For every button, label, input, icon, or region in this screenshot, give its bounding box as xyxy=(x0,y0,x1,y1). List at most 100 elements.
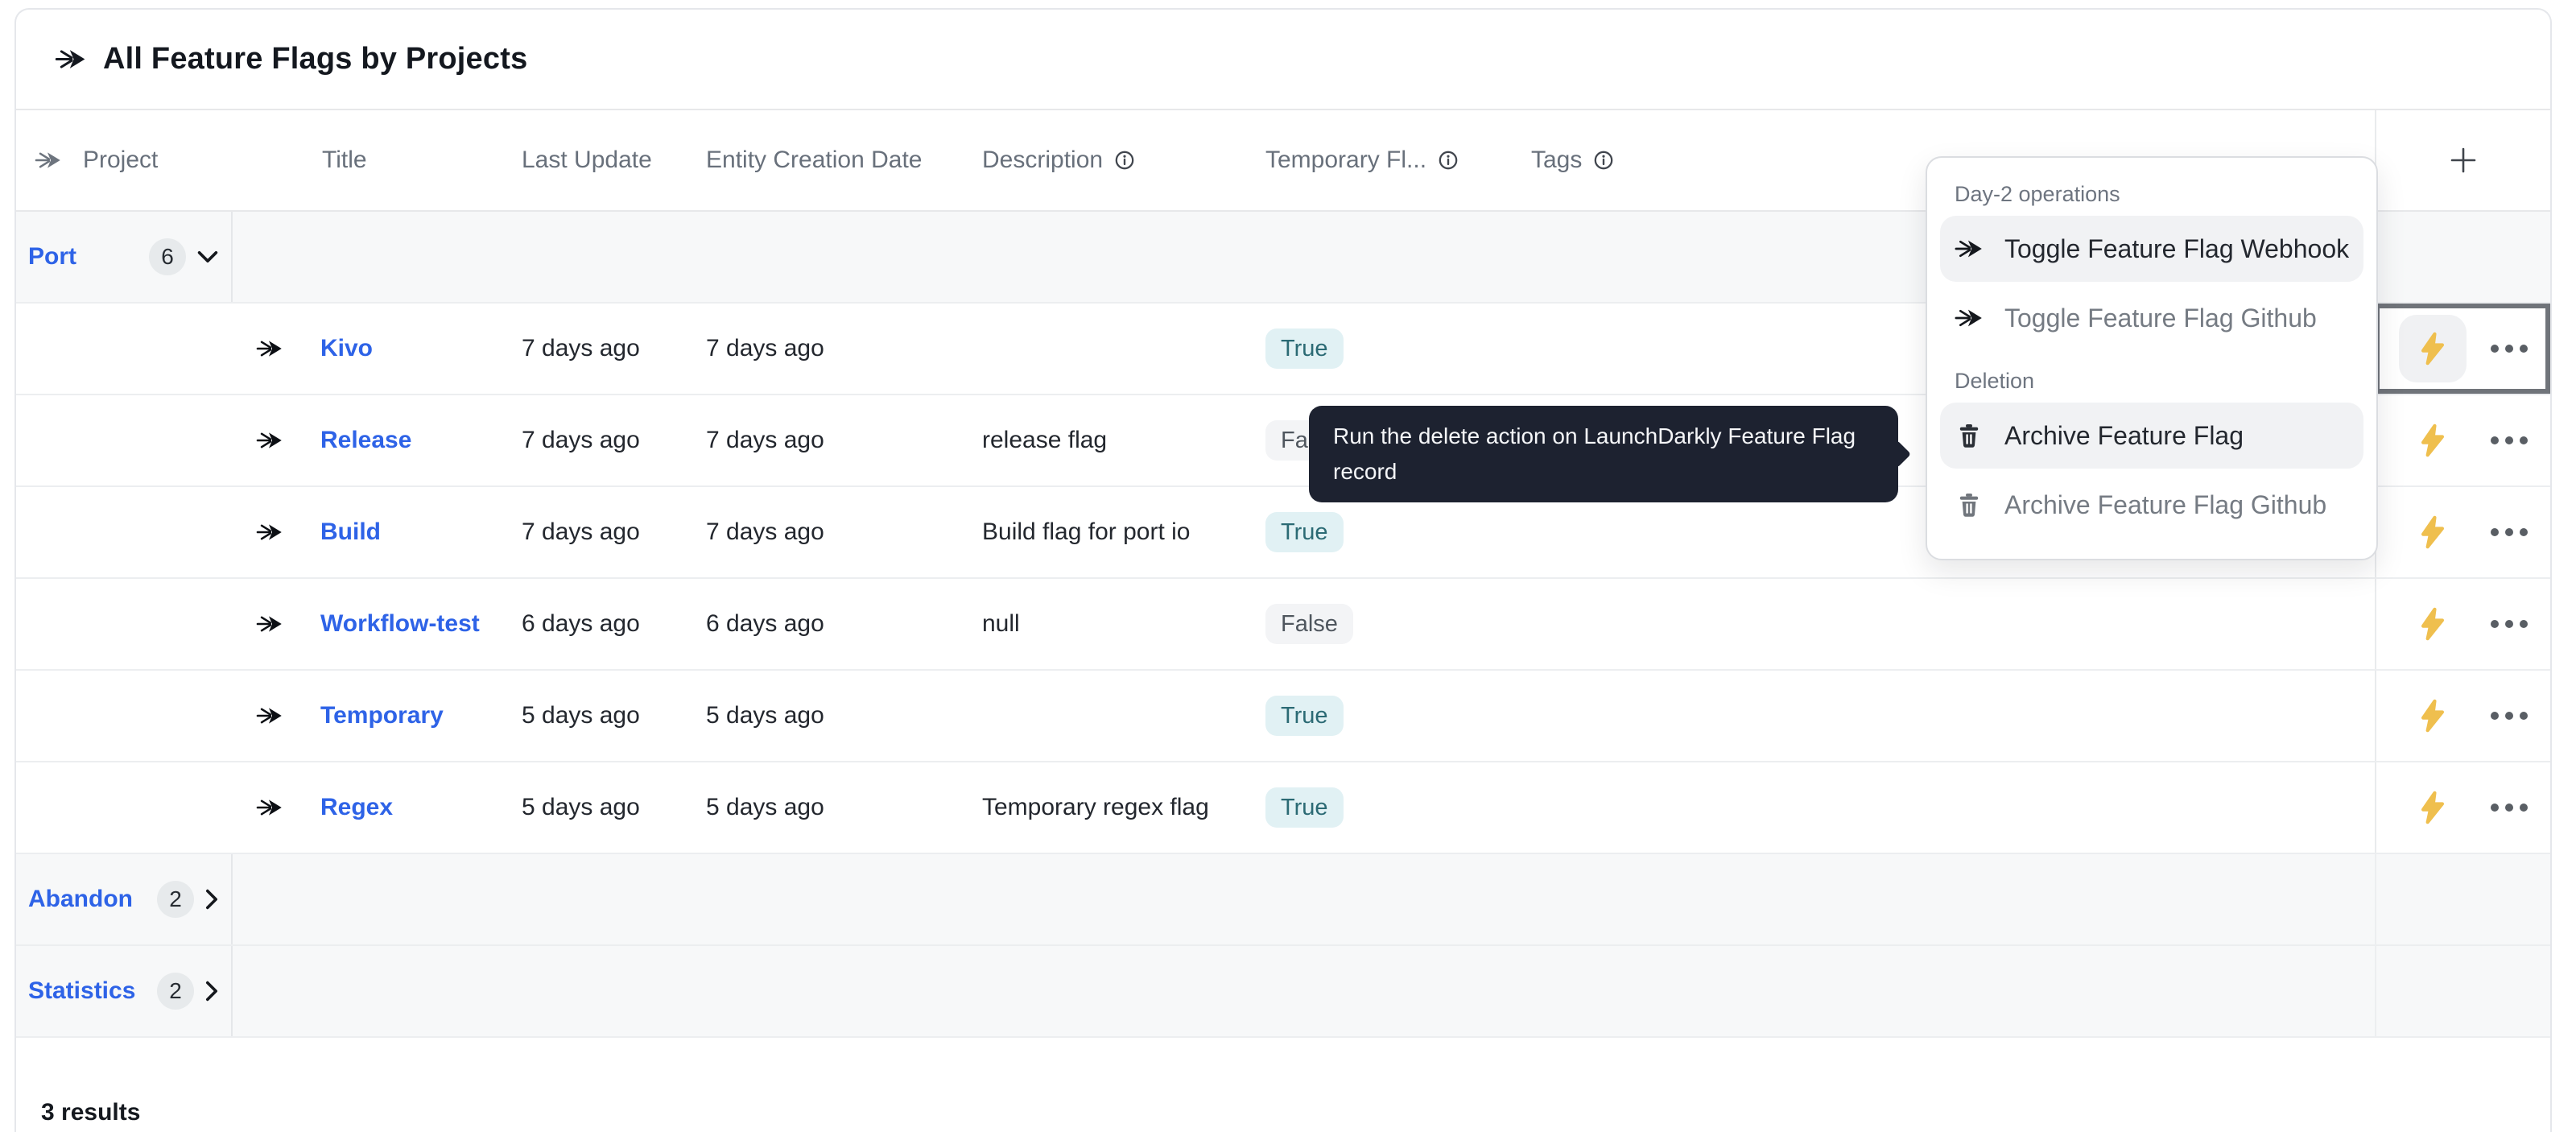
trash-icon xyxy=(1955,491,1984,518)
entity-row-temporary[interactable]: Temporary 5 days ago 5 days ago True xyxy=(16,671,2550,762)
add-column-header-cell xyxy=(2375,110,2550,210)
temporary-flag-cell: True xyxy=(1252,304,1517,394)
results-count: 3 results xyxy=(41,1099,140,1126)
menu-item-archive-feature-flag[interactable]: Archive Feature Flag xyxy=(1940,403,2363,469)
group-header-cell: Statistics 2 xyxy=(16,946,233,1036)
port-arrow-icon[interactable] xyxy=(256,337,283,361)
creation-date-cell: 5 days ago xyxy=(692,762,966,853)
group-link[interactable]: Abandon xyxy=(28,886,133,913)
menu-item-archive-feature-flag-github[interactable]: Archive Feature Flag Github xyxy=(1940,472,2363,538)
temporary-flag-cell: True xyxy=(1252,762,1517,853)
column-header-label: Project xyxy=(83,147,158,174)
last-update-cell: 5 days ago xyxy=(515,762,692,853)
group-link[interactable]: Statistics xyxy=(28,977,135,1005)
temporary-flag-badge: True xyxy=(1265,328,1344,369)
more-options-button ellipsis-icon[interactable] xyxy=(2491,345,2528,353)
run-action-button lightning-icon[interactable] xyxy=(2399,315,2467,382)
menu-item-toggle-feature-flag-webhook[interactable]: Toggle Feature Flag Webhook xyxy=(1940,216,2363,282)
last-update-cell: 5 days ago xyxy=(515,671,692,761)
group-row-statistics[interactable]: Statistics 2 xyxy=(16,946,2550,1038)
creation-date-cell: 7 days ago xyxy=(692,395,966,485)
group-row-actions-spacer xyxy=(2375,854,2550,944)
chevron-right-icon[interactable] xyxy=(205,981,218,1002)
menu-item-label: Archive Feature Flag xyxy=(2004,421,2244,451)
row-title-cell: Build xyxy=(233,487,515,577)
menu-item-toggle-feature-flag-github[interactable]: Toggle Feature Flag Github xyxy=(1940,285,2363,351)
tags-cell xyxy=(1517,762,2375,853)
entity-title-link[interactable]: Kivo xyxy=(320,335,373,362)
entity-title-link[interactable]: Temporary xyxy=(320,702,444,729)
port-arrow-icon[interactable] xyxy=(256,520,283,544)
group-row-actions-spacer xyxy=(2375,946,2550,1036)
column-header-label: Tags xyxy=(1531,147,1582,174)
group-link[interactable]: Port xyxy=(28,243,76,271)
row-actions-cell xyxy=(2375,395,2550,485)
row-project-cell xyxy=(16,487,233,577)
group-row-abandon[interactable]: Abandon 2 xyxy=(16,854,2550,946)
entity-title-link[interactable]: Workflow-test xyxy=(320,610,480,638)
group-row-actions-spacer xyxy=(2375,212,2550,302)
more-options-button ellipsis-icon[interactable] xyxy=(2491,528,2528,536)
row-project-cell xyxy=(16,304,233,394)
row-actions-cell xyxy=(2375,579,2550,669)
chevron-down-icon[interactable] xyxy=(197,250,218,263)
run-action-button lightning-icon[interactable] xyxy=(2399,774,2467,841)
column-header-description[interactable]: Description xyxy=(966,110,1252,210)
more-options-button ellipsis-icon[interactable] xyxy=(2491,620,2528,628)
row-title-cell: Workflow-test xyxy=(233,579,515,669)
more-options-button ellipsis-icon[interactable] xyxy=(2491,804,2528,812)
temporary-flag-cell: False xyxy=(1252,579,1517,669)
run-action-button lightning-icon[interactable] xyxy=(2399,590,2467,658)
row-actions-cell xyxy=(2375,487,2550,577)
run-action-button lightning-icon[interactable] xyxy=(2399,682,2467,750)
group-count-badge: 6 xyxy=(149,238,186,275)
port-arrow-icon[interactable] xyxy=(256,428,283,452)
column-header-last-update[interactable]: Last Update xyxy=(515,110,692,210)
row-title-cell: Temporary xyxy=(233,671,515,761)
last-update-cell: 6 days ago xyxy=(515,579,692,669)
temporary-flag-badge: True xyxy=(1265,696,1344,736)
port-arrow-icon xyxy=(1955,237,1984,261)
last-update-cell: 7 days ago xyxy=(515,487,692,577)
trash-icon xyxy=(1955,422,1984,449)
tags-cell xyxy=(1517,579,2375,669)
last-update-cell: 7 days ago xyxy=(515,395,692,485)
entity-row-workflow-test[interactable]: Workflow-test 6 days ago 6 days ago null… xyxy=(16,579,2550,671)
run-action-button lightning-icon[interactable] xyxy=(2399,498,2467,566)
creation-date-cell: 7 days ago xyxy=(692,304,966,394)
more-options-button ellipsis-icon[interactable] xyxy=(2491,436,2528,444)
menu-section-label: Deletion xyxy=(1940,362,2363,399)
chevron-right-icon[interactable] xyxy=(205,889,218,910)
entity-title-link[interactable]: Regex xyxy=(320,794,393,821)
column-header-title[interactable]: Title xyxy=(233,110,515,210)
port-arrow-icon xyxy=(55,45,87,74)
run-action-button lightning-icon[interactable] xyxy=(2399,407,2467,474)
port-arrow-icon[interactable] xyxy=(256,612,283,636)
column-header-entity-creation-date[interactable]: Entity Creation Date xyxy=(692,110,966,210)
add-column-button plus-icon[interactable] xyxy=(2446,143,2481,178)
row-project-cell xyxy=(16,762,233,853)
column-header-project[interactable]: Project xyxy=(16,110,233,210)
port-arrow-icon[interactable] xyxy=(256,704,283,728)
port-arrow-icon xyxy=(35,149,62,171)
group-header-cell: Port 6 xyxy=(16,212,233,302)
row-actions-cell xyxy=(2375,762,2550,853)
temporary-flag-badge: False xyxy=(1265,604,1353,644)
info-icon[interactable] xyxy=(1114,150,1135,171)
tooltip-text: Run the delete action on LaunchDarkly Fe… xyxy=(1333,419,1874,490)
info-icon[interactable] xyxy=(1438,150,1459,171)
info-icon[interactable] xyxy=(1593,150,1614,171)
port-arrow-icon[interactable] xyxy=(256,795,283,820)
column-header-temporary-flag[interactable]: Temporary Fl... xyxy=(1252,110,1517,210)
row-project-cell xyxy=(16,395,233,485)
description-cell: release flag xyxy=(966,395,1252,485)
temporary-flag-cell: True xyxy=(1252,671,1517,761)
more-options-button ellipsis-icon[interactable] xyxy=(2491,712,2528,720)
entity-row-regex[interactable]: Regex 5 days ago 5 days ago Temporary re… xyxy=(16,762,2550,854)
description-cell: Build flag for port io xyxy=(966,487,1252,577)
entity-title-link[interactable]: Build xyxy=(320,518,381,546)
column-header-label: Title xyxy=(322,147,367,174)
row-actions-cell xyxy=(2375,304,2550,394)
description-cell: Temporary regex flag xyxy=(966,762,1252,853)
entity-title-link[interactable]: Release xyxy=(320,427,411,454)
